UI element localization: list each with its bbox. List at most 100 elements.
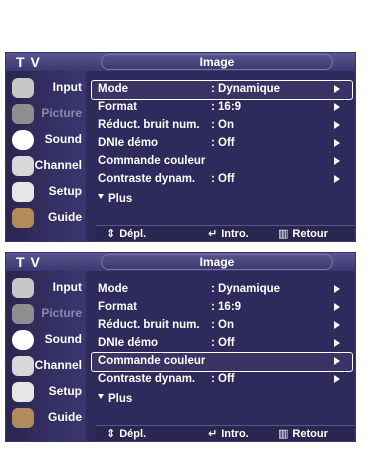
arrow-right-icon (334, 321, 340, 329)
menu-header: T V Image (6, 53, 355, 71)
tv-title: T V (16, 54, 41, 70)
bottom-help-bar: ⇕ Dépl. ↵ Intro. ▥ Retour (96, 425, 354, 441)
sidebar-item-picture[interactable]: Picture (8, 101, 86, 127)
row-value: : 16:9 (211, 301, 242, 313)
sidebar-item-label: Sound (44, 332, 82, 346)
tv-title: T V (16, 254, 41, 270)
menu-content: Mode : Dynamique Format : 16:9 Réduct. b… (91, 75, 354, 225)
row-label: Contraste dynam. (98, 373, 196, 385)
arrow-right-icon (334, 157, 340, 165)
menu-row-dnie-demo[interactable]: DNIe démo : Off (92, 135, 352, 153)
sidebar-item-label: Channel (34, 358, 82, 372)
row-value: : Off (211, 137, 235, 149)
menu-row-format[interactable]: Format : 16:9 (92, 299, 352, 317)
sidebar-item-channel[interactable]: Channel (8, 153, 86, 179)
menu-row-dynamic-contrast[interactable]: Contraste dynam. : Off (92, 171, 352, 189)
arrow-right-icon (334, 139, 340, 147)
row-label: DNIe démo (98, 137, 159, 149)
sidebar-item-guide[interactable]: Guide (8, 405, 86, 431)
help-return-label: Retour (292, 228, 328, 240)
help-enter: ↵ Intro. (208, 227, 249, 240)
sidebar: Input Picture Sound Channel Setup Guide (6, 271, 86, 441)
arrow-right-icon (334, 339, 340, 347)
sidebar-item-setup[interactable]: Setup (8, 379, 86, 405)
row-value: : Dynamique (211, 83, 281, 95)
return-icon: ▥ (278, 228, 289, 240)
row-value: : Off (211, 373, 235, 385)
row-label: Réduct. bruit num. (98, 319, 200, 331)
row-label: Mode (98, 283, 129, 295)
sound-icon (12, 330, 34, 350)
return-icon: ▥ (278, 428, 289, 440)
menu-row-mode[interactable]: Mode : Dynamique (92, 281, 352, 299)
more-label: Plus (108, 193, 133, 205)
triangle-down-icon (98, 194, 104, 199)
row-value: : Dynamique (211, 283, 281, 295)
menu-content: Mode : Dynamique Format : 16:9 Réduct. b… (91, 275, 354, 425)
row-label: Commande couleur (98, 155, 206, 167)
menu-title: Image (199, 255, 235, 269)
input-icon (12, 278, 34, 298)
arrow-right-icon (334, 85, 340, 93)
row-label: Format (98, 101, 137, 113)
tv-menu-panel-1: T V Image Input Picture Sound Channel Se… (5, 52, 356, 242)
menu-row-noise-reduction[interactable]: Réduct. bruit num. : On (92, 117, 352, 135)
sound-icon (12, 130, 34, 150)
help-return: ▥ Retour (278, 427, 328, 440)
menu-row-dnie-demo[interactable]: DNIe démo : Off (92, 335, 352, 353)
sidebar-item-guide[interactable]: Guide (8, 205, 86, 231)
sidebar-item-input[interactable]: Input (8, 75, 86, 101)
picture-icon (12, 304, 34, 324)
bottom-help-bar: ⇕ Dépl. ↵ Intro. ▥ Retour (96, 225, 354, 241)
more-button[interactable]: Plus (98, 193, 132, 205)
menu-row-color-control[interactable]: Commande couleur (92, 153, 352, 171)
sidebar-item-setup[interactable]: Setup (8, 179, 86, 205)
more-button[interactable]: Plus (98, 393, 132, 405)
arrow-right-icon (334, 121, 340, 129)
row-value: : On (211, 319, 234, 331)
sidebar-item-label: Picture (41, 106, 82, 120)
row-label: Mode (98, 83, 129, 95)
row-value: : Off (211, 173, 235, 185)
sidebar-item-label: Guide (47, 410, 82, 424)
sidebar-item-sound[interactable]: Sound (8, 127, 86, 153)
sidebar-item-picture[interactable]: Picture (8, 301, 86, 327)
picture-icon (12, 104, 34, 124)
sidebar-item-sound[interactable]: Sound (8, 327, 86, 353)
sidebar: Input Picture Sound Channel Setup Guide (6, 71, 86, 241)
menu-row-noise-reduction[interactable]: Réduct. bruit num. : On (92, 317, 352, 335)
enter-icon: ↵ (208, 228, 218, 240)
row-label: Contraste dynam. (98, 173, 196, 185)
menu-row-color-control[interactable]: Commande couleur (91, 352, 353, 372)
help-enter-label: Intro. (221, 428, 249, 440)
sidebar-item-label: Input (52, 280, 82, 294)
more-label: Plus (108, 393, 133, 405)
sidebar-item-label: Guide (47, 210, 82, 224)
sidebar-item-input[interactable]: Input (8, 275, 86, 301)
sidebar-item-label: Setup (48, 384, 82, 398)
row-label: DNIe démo (98, 337, 159, 349)
menu-title-pill: Image (101, 54, 333, 70)
arrow-right-icon (334, 303, 340, 311)
sidebar-item-label: Channel (34, 158, 82, 172)
menu-row-format[interactable]: Format : 16:9 (92, 99, 352, 117)
guide-icon (12, 208, 34, 228)
help-move: ⇕ Dépl. (106, 227, 146, 240)
guide-icon (12, 408, 34, 428)
setup-icon (12, 382, 34, 402)
arrow-right-icon (334, 285, 340, 293)
menu-row-dynamic-contrast[interactable]: Contraste dynam. : Off (92, 371, 352, 389)
updown-arrow-icon: ⇕ (106, 428, 116, 440)
menu-header: T V Image (6, 253, 355, 271)
help-enter-label: Intro. (221, 228, 249, 240)
help-enter: ↵ Intro. (208, 427, 249, 440)
setup-icon (12, 182, 34, 202)
menu-title: Image (199, 55, 235, 69)
triangle-down-icon (98, 394, 104, 399)
menu-row-mode[interactable]: Mode : Dynamique (91, 80, 353, 100)
row-value: : 16:9 (211, 101, 242, 113)
sidebar-item-channel[interactable]: Channel (8, 353, 86, 379)
updown-arrow-icon: ⇕ (106, 228, 116, 240)
row-label: Réduct. bruit num. (98, 119, 200, 131)
sidebar-item-label: Sound (44, 132, 82, 146)
